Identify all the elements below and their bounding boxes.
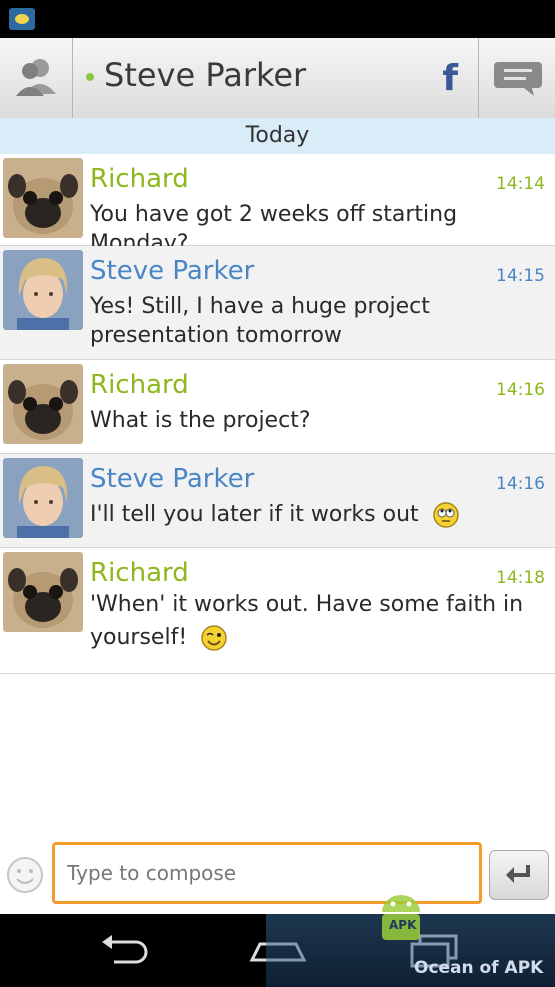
send-enter-icon bbox=[506, 865, 530, 883]
message-item[interactable]: Richard 14:14 You have got 2 weeks off s… bbox=[0, 154, 555, 256]
message-text: 'When' it works out. Have some faith in … bbox=[90, 588, 545, 654]
message-item[interactable]: Richard 14:18 'When' it works out. Have … bbox=[0, 548, 555, 674]
chats-button[interactable] bbox=[480, 38, 555, 118]
message-time: 14:16 bbox=[496, 380, 545, 400]
online-status-icon bbox=[86, 73, 94, 81]
conversation-title-area: Steve Parker f bbox=[74, 38, 479, 118]
steve-avatar bbox=[3, 458, 83, 538]
pug-avatar bbox=[3, 158, 83, 238]
message-sender: Richard bbox=[90, 370, 189, 400]
compose-bar bbox=[0, 830, 555, 914]
message-sender: Richard bbox=[90, 558, 189, 588]
message-sender: Steve Parker bbox=[90, 464, 255, 494]
message-sender: Richard bbox=[90, 164, 189, 194]
day-label: Today bbox=[245, 123, 310, 148]
contact-name-title: Steve Parker bbox=[104, 56, 307, 94]
message-text-content: 'When' it works out. Have some faith in … bbox=[90, 592, 524, 650]
wink-emoticon-icon bbox=[201, 625, 227, 651]
message-text: I'll tell you later if it works out bbox=[90, 500, 545, 529]
message-text: Yes! Still, I have a huge project presen… bbox=[90, 294, 430, 348]
message-text: What is the project? bbox=[90, 408, 311, 433]
contacts-button[interactable] bbox=[0, 38, 73, 118]
contacts-icon bbox=[16, 59, 56, 96]
message-item[interactable]: Steve Parker 14:16 I'll tell you later i… bbox=[0, 454, 555, 548]
app-notification-icon bbox=[9, 8, 35, 30]
status-bar bbox=[0, 0, 555, 38]
watermark-apk-label: APK bbox=[389, 918, 417, 932]
message-item[interactable]: Steve Parker 14:15 Yes! Still, I have a … bbox=[0, 246, 555, 360]
message-time: 14:15 bbox=[496, 266, 545, 286]
message-time: 14:14 bbox=[496, 174, 545, 194]
emoticon-picker-icon[interactable] bbox=[6, 856, 44, 894]
message-sender: Steve Parker bbox=[90, 256, 255, 286]
pug-avatar bbox=[3, 552, 83, 632]
chats-icon bbox=[494, 62, 542, 96]
facebook-icon: f bbox=[442, 58, 458, 99]
message-text-content: I'll tell you later if it works out bbox=[90, 502, 419, 527]
message-item[interactable]: Richard 14:16 What is the project? bbox=[0, 360, 555, 454]
message-list: Richard 14:14 You have got 2 weeks off s… bbox=[0, 154, 555, 674]
android-logo-icon bbox=[382, 895, 420, 940]
day-separator: Today bbox=[0, 118, 555, 154]
rolling-eyes-emoticon-icon bbox=[432, 502, 459, 528]
message-time: 14:18 bbox=[496, 568, 545, 588]
message-time: 14:16 bbox=[496, 474, 545, 494]
watermark-text: Ocean of APK bbox=[414, 958, 544, 978]
steve-avatar bbox=[3, 250, 83, 330]
back-icon[interactable] bbox=[96, 930, 152, 970]
chat-header: Steve Parker f bbox=[0, 38, 555, 119]
pug-avatar bbox=[3, 364, 83, 444]
send-button[interactable] bbox=[489, 850, 549, 900]
